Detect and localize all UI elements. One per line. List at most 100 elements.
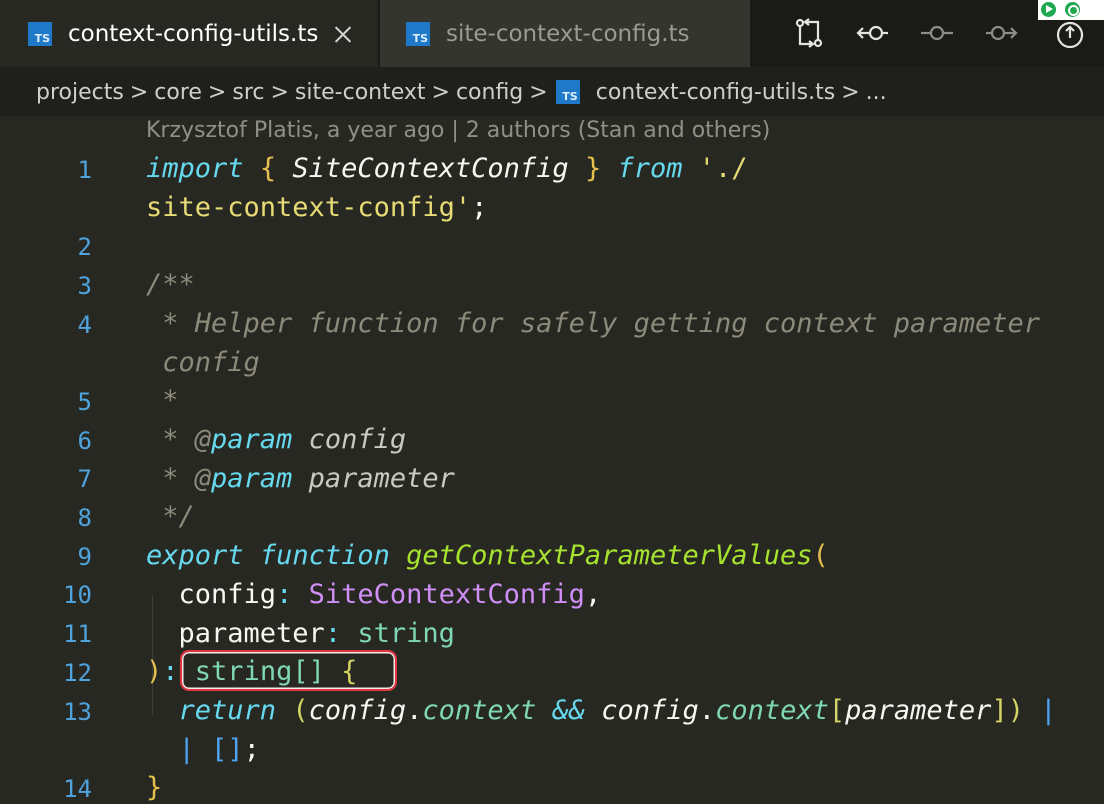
token-doc-tag: param: [211, 424, 293, 455]
previous-change-icon[interactable]: [854, 14, 892, 52]
compare-changes-icon[interactable]: [790, 14, 828, 52]
highlight-annotation: [180, 650, 397, 691]
code-line-1-wrap: site-context-config';: [146, 193, 487, 223]
token-brace: }: [146, 772, 163, 803]
token-paren: (: [812, 540, 829, 571]
git-blame-codelens[interactable]: Krzysztof Platis, a year ago | 2 authors…: [146, 118, 770, 143]
token-parameter: config: [178, 579, 277, 610]
breadcrumb-separator: >: [270, 79, 289, 105]
next-change-icon[interactable]: [982, 14, 1020, 52]
token-paren: ): [146, 656, 163, 687]
line-number: 6: [77, 427, 92, 455]
token-identifier: parameter: [845, 695, 992, 726]
breadcrumb-separator: >: [129, 79, 149, 105]
token-identifier: SiteContextConfig: [292, 153, 569, 184]
token-array: []: [211, 734, 244, 765]
code-line-4-wrap: config: [146, 347, 260, 378]
line-number: 7: [77, 465, 92, 493]
current-change-icon[interactable]: [918, 14, 956, 52]
token-property: context: [422, 695, 537, 726]
token-parameter: parameter: [178, 618, 325, 649]
token-string: site-context-config': [146, 192, 472, 223]
token-identifier: config: [308, 695, 407, 726]
code-line-13: return (config.context && config.context…: [146, 696, 1057, 726]
line-number: 3: [77, 272, 92, 300]
code-line-8: */: [146, 501, 195, 532]
line-number: 10: [63, 581, 92, 609]
breadcrumb-separator: >: [841, 79, 860, 105]
token-punctuation: .: [406, 695, 423, 726]
line-number: 12: [63, 659, 92, 687]
token-keyword: from: [617, 153, 683, 184]
breadcrumb-item-site-context[interactable]: site-context: [295, 80, 426, 105]
code-line-3: /**: [146, 269, 195, 300]
token-operator: |: [178, 734, 195, 765]
breadcrumb-item-src[interactable]: src: [232, 80, 264, 105]
tab-site-context-config[interactable]: TS site-context-config.ts: [380, 0, 750, 67]
token-colon: :: [324, 618, 342, 649]
code-line-14: }: [146, 773, 162, 803]
code-line-11: parameter: string: [146, 619, 455, 649]
tab-label: context-config-utils.ts: [68, 20, 319, 47]
token-comment: parameter: [308, 463, 455, 494]
code-line-4: * Helper function for safely getting con…: [146, 308, 1041, 339]
token-comment: * @: [146, 424, 212, 455]
code-line-13-wrap: | [];: [146, 735, 260, 765]
token-punctuation: ;: [471, 192, 488, 223]
line-number: 13: [63, 698, 92, 726]
token-bracket: [: [828, 695, 846, 726]
token-bracket: ]: [991, 695, 1008, 726]
tab-context-config-utils[interactable]: TS context-config-utils.ts: [0, 0, 378, 67]
breadcrumb: projects > core > src > site-context > c…: [36, 70, 887, 114]
breadcrumb-separator: >: [529, 79, 548, 105]
tab-label: site-context-config.ts: [446, 20, 690, 47]
code-line-9: export function getContextParameterValue…: [146, 541, 829, 571]
token-colon: :: [276, 579, 293, 610]
line-number: 9: [77, 543, 92, 571]
breadcrumb-item-core[interactable]: core: [154, 80, 202, 105]
code-line-1: import { SiteContextConfig } from './: [146, 154, 748, 184]
code-line-6: * @param config: [146, 425, 406, 455]
token-brace: }: [584, 153, 602, 184]
line-number: 5: [77, 388, 92, 416]
line-number: 4: [77, 311, 92, 339]
breadcrumb-separator: >: [207, 79, 227, 105]
typescript-file-icon: TS: [28, 21, 52, 46]
code-line-7: * @param parameter: [146, 464, 455, 494]
token-type: string: [357, 618, 455, 649]
breadcrumb-separator: >: [431, 79, 450, 105]
token-string: './: [698, 153, 748, 184]
token-punctuation: .: [698, 695, 716, 726]
line-number: 11: [63, 620, 92, 648]
close-icon[interactable]: [332, 23, 354, 45]
token-operator: &&: [552, 695, 585, 726]
token-paren: (: [292, 695, 309, 726]
breadcrumb-item-file[interactable]: context-config-utils.ts: [596, 80, 835, 105]
token-property: context: [715, 695, 829, 726]
code-line-10: config: SiteContextConfig,: [146, 579, 602, 610]
line-number: 1: [77, 156, 92, 184]
extension-badges: [1038, 0, 1104, 20]
token-comment: config: [308, 424, 407, 455]
token-brace: {: [259, 153, 277, 184]
token-keyword: export: [146, 540, 244, 571]
token-keyword: import: [146, 153, 244, 184]
token-punctuation: ;: [243, 734, 260, 765]
typescript-file-icon: TS: [555, 80, 580, 104]
token-type: SiteContextConfig: [308, 579, 585, 610]
token-colon: :: [162, 656, 179, 687]
token-keyword: function: [259, 540, 390, 571]
breadcrumb-item-projects[interactable]: projects: [36, 80, 124, 105]
token-operator: |: [1040, 695, 1057, 726]
token-punctuation: ,: [584, 579, 602, 610]
breadcrumb-item-config[interactable]: config: [456, 80, 523, 105]
line-number: 2: [77, 233, 92, 261]
token-keyword: return: [178, 695, 277, 726]
tab-bar: TS context-config-utils.ts TS site-conte…: [0, 0, 1104, 67]
token-comment: * @: [146, 463, 212, 494]
line-number: 14: [63, 775, 92, 803]
token-doc-tag: param: [211, 463, 293, 494]
code-line-5: *: [146, 385, 179, 416]
breadcrumb-overflow[interactable]: ...: [866, 80, 887, 105]
token-function-name: getContextParameterValues: [406, 540, 813, 571]
